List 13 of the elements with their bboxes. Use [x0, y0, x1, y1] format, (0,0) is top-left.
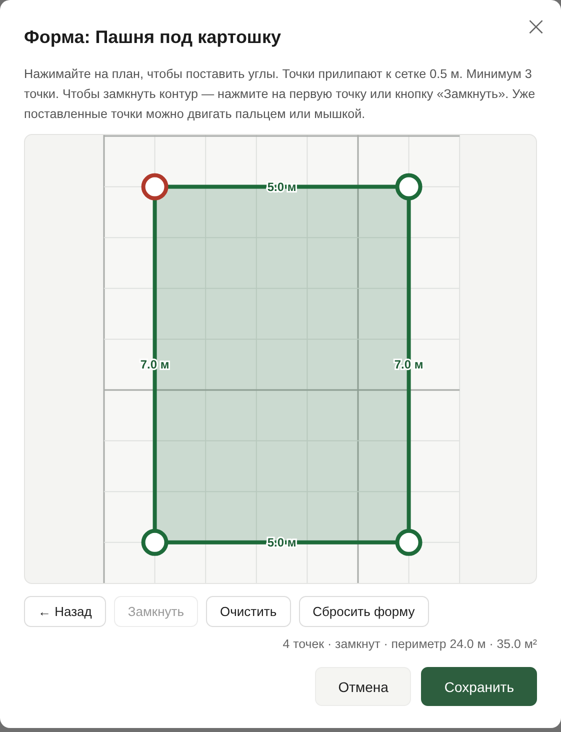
- tool-button[interactable]: Очистить: [206, 596, 291, 627]
- corner-handle[interactable]: [141, 528, 168, 556]
- cancel-button[interactable]: Отмена: [315, 667, 412, 706]
- corner-handle[interactable]: [395, 528, 422, 556]
- corner-handle[interactable]: [395, 173, 422, 200]
- save-button[interactable]: Сохранить: [421, 667, 537, 706]
- dialog-title: Форма: Пашня под картошку: [24, 27, 282, 48]
- corner-handle[interactable]: [141, 173, 168, 200]
- shape-summary: 4 точек · замкнут · периметр 24.0 м · 35.0 м²: [282, 637, 537, 651]
- close-button[interactable]: ×: [523, 14, 549, 40]
- instructions-text: Нажимайте на план, чтобы поставить углы. Точки прилипают к сетке 0.5 м. Минимум 3 точки. Чтобы замкнуть контур — нажмите на первую точку или кнопку «Замкнуть». Уже поставленные точки можно двигать пальцем или мышкой.: [24, 66, 536, 123]
- tool-button[interactable]: Сбросить форму: [298, 596, 429, 627]
- tool-button[interactable]: ← Назад: [24, 596, 106, 627]
